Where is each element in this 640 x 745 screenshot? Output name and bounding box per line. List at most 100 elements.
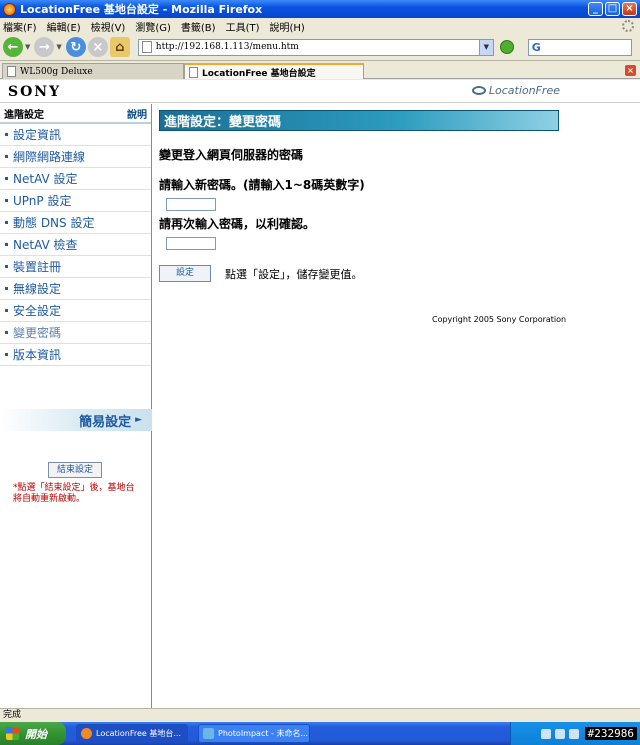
start-label: 開始 — [25, 727, 47, 741]
sidebar-item-netav-settings[interactable]: NetAV 設定 — [0, 168, 151, 190]
easy-setup-link[interactable]: 簡易設定 ► — [0, 409, 152, 431]
status-bar: 完成 — [0, 708, 640, 722]
help-link[interactable]: 說明 — [127, 106, 147, 121]
sidebar-item-label: 版本資訊 — [13, 348, 62, 362]
tab-label: WL500g Deluxe — [20, 66, 93, 77]
sidebar-title: 進階設定 — [4, 109, 44, 121]
stop-button[interactable]: × — [87, 37, 108, 57]
start-button[interactable]: 開始 — [0, 722, 66, 745]
sidebar-item-settings-info[interactable]: 設定資訊 — [0, 124, 151, 146]
sidebar-item-label: 設定資訊 — [13, 128, 62, 142]
bullet-icon — [5, 309, 8, 312]
sidebar-item-upnp[interactable]: UPnP 設定 — [0, 190, 151, 212]
menu-view[interactable]: 檢視(V) — [91, 19, 126, 34]
page-title: 進階設定：變更密碼 — [159, 110, 559, 131]
bullet-icon — [5, 287, 8, 290]
maximize-button[interactable]: □ — [605, 2, 620, 16]
sidebar-item-label: 無線設定 — [13, 282, 62, 296]
menu-go[interactable]: 瀏覽(G) — [135, 19, 171, 34]
menu-bar: 檔案(F) 編輯(E) 檢視(V) 瀏覽(G) 書籤(B) 工具(T) 說明(H… — [0, 18, 640, 34]
finish-note: *點選「結束設定」後，基地台將自動重新啟動。 — [13, 483, 135, 504]
sidebar-item-dns[interactable]: 動態 DNS 設定 — [0, 212, 151, 234]
copyright: Copyright 2005 Sony Corporation — [432, 315, 567, 324]
back-dropdown-icon[interactable]: ▼ — [25, 43, 30, 51]
sidebar-item-label: 裝置註冊 — [13, 260, 62, 274]
google-search-icon: G — [531, 40, 541, 54]
firefox-icon — [81, 728, 92, 739]
finish-setup-button[interactable]: 結束設定 — [48, 462, 102, 478]
tray-icon[interactable] — [554, 728, 565, 739]
page-icon — [7, 66, 16, 77]
go-button[interactable] — [499, 40, 514, 54]
reload-button[interactable]: ↻ — [65, 37, 86, 57]
sidebar-item-register[interactable]: 裝置註冊 — [0, 256, 151, 278]
tray-icon[interactable] — [540, 728, 551, 739]
menu-edit[interactable]: 編輯(E) — [47, 19, 81, 34]
status-text: 完成 — [3, 710, 22, 720]
new-password-label: 請輸入新密碼。(請輸入1~8碼英數字) — [159, 178, 365, 192]
system-tray: #232986 — [510, 722, 640, 745]
taskbar: 開始 LocationFree 基地台... PhotoImpact - 未命名… — [0, 722, 640, 745]
url-bar[interactable]: http://192.168.1.113/menu.htm ▼ — [137, 38, 494, 56]
url-text[interactable]: http://192.168.1.113/menu.htm — [156, 42, 299, 52]
section-subtitle: 變更登入網頁伺服器的密碼 — [159, 148, 304, 162]
sidebar-item-version[interactable]: 版本資訊 — [0, 344, 151, 366]
sony-logo: SONY — [8, 84, 62, 100]
menu-tools[interactable]: 工具(T) — [226, 19, 260, 34]
brand-header: SONY LocationFree — [0, 80, 640, 103]
sidebar-item-security[interactable]: 安全設定 — [0, 300, 151, 322]
window-title: LocationFree 基地台設定 - Mozilla Firefox — [20, 3, 263, 16]
sidebar-item-label: NetAV 檢查 — [13, 238, 78, 252]
menu-bookmarks[interactable]: 書籤(B) — [181, 19, 216, 34]
tray-icon[interactable] — [568, 728, 579, 739]
taskbar-item-label: PhotoImpact - 未命名... — [218, 729, 309, 738]
tab-wl500g[interactable]: WL500g Deluxe — [2, 63, 184, 79]
firefox-icon — [3, 2, 16, 16]
bullet-icon — [5, 221, 8, 224]
sidebar-item-label: 安全設定 — [13, 304, 62, 318]
confirm-password-label: 請再次輸入密碼，以利確認。 — [159, 217, 316, 231]
search-input[interactable]: G — [527, 38, 632, 56]
locationfree-logo: LocationFree — [471, 84, 560, 97]
bullet-icon — [5, 331, 8, 334]
minimize-button[interactable]: _ — [588, 2, 603, 16]
sidebar-item-netav-check[interactable]: NetAV 檢查 — [0, 234, 151, 256]
close-button[interactable]: × — [622, 2, 637, 16]
tab-locationfree[interactable]: LocationFree 基地台設定 — [184, 63, 364, 79]
taskbar-item-firefox[interactable]: LocationFree 基地台... — [76, 724, 188, 743]
confirm-password-field[interactable] — [166, 237, 216, 250]
main-panel: 進階設定：變更密碼 變更登入網頁伺服器的密碼 請輸入新密碼。(請輸入1~8碼英數… — [159, 110, 559, 282]
arrow-right-icon: ► — [135, 415, 142, 425]
sidebar-item-label: 變更密碼 — [13, 326, 62, 340]
url-dropdown-icon[interactable]: ▼ — [478, 39, 493, 55]
windows-logo-icon — [6, 727, 19, 740]
new-password-field[interactable] — [166, 198, 216, 211]
photoimpact-icon — [203, 728, 214, 739]
tab-label: LocationFree 基地台設定 — [202, 68, 316, 79]
locationfree-text: LocationFree — [488, 84, 560, 97]
forward-button[interactable]: → — [34, 37, 55, 57]
sidebar-item-change-password[interactable]: 變更密碼 — [0, 322, 151, 344]
bullet-icon — [5, 265, 8, 268]
back-button[interactable]: ← — [3, 37, 23, 57]
bullet-icon — [5, 133, 8, 136]
set-button[interactable]: 設定 — [159, 265, 211, 282]
menu-help[interactable]: 說明(H) — [270, 19, 305, 34]
window-titlebar: LocationFree 基地台設定 - Mozilla Firefox _ □… — [0, 0, 640, 18]
taskbar-item-label: LocationFree 基地台... — [96, 729, 181, 738]
menu-file[interactable]: 檔案(F) — [3, 19, 37, 34]
forward-dropdown-icon[interactable]: ▼ — [56, 43, 61, 51]
tab-bar: WL500g Deluxe LocationFree 基地台設定 × — [0, 62, 640, 79]
bullet-icon — [5, 243, 8, 246]
page-icon — [189, 66, 198, 78]
taskbar-item-photoimpact[interactable]: PhotoImpact - 未命名... — [198, 724, 310, 743]
bullet-icon — [5, 155, 8, 158]
sidebar-item-internet[interactable]: 網際網路連線 — [0, 146, 151, 168]
sidebar-item-wireless[interactable]: 無線設定 — [0, 278, 151, 300]
close-tab-icon[interactable]: × — [625, 65, 636, 76]
bullet-icon — [5, 199, 8, 202]
page-content: SONY LocationFree 進階設定 說明 設定資訊 網際網路連線 Ne… — [0, 80, 640, 708]
sidebar-item-label: UPnP 設定 — [13, 194, 72, 208]
home-button[interactable]: ⌂ — [109, 37, 130, 57]
sidebar-item-label: 動態 DNS 設定 — [13, 216, 95, 230]
